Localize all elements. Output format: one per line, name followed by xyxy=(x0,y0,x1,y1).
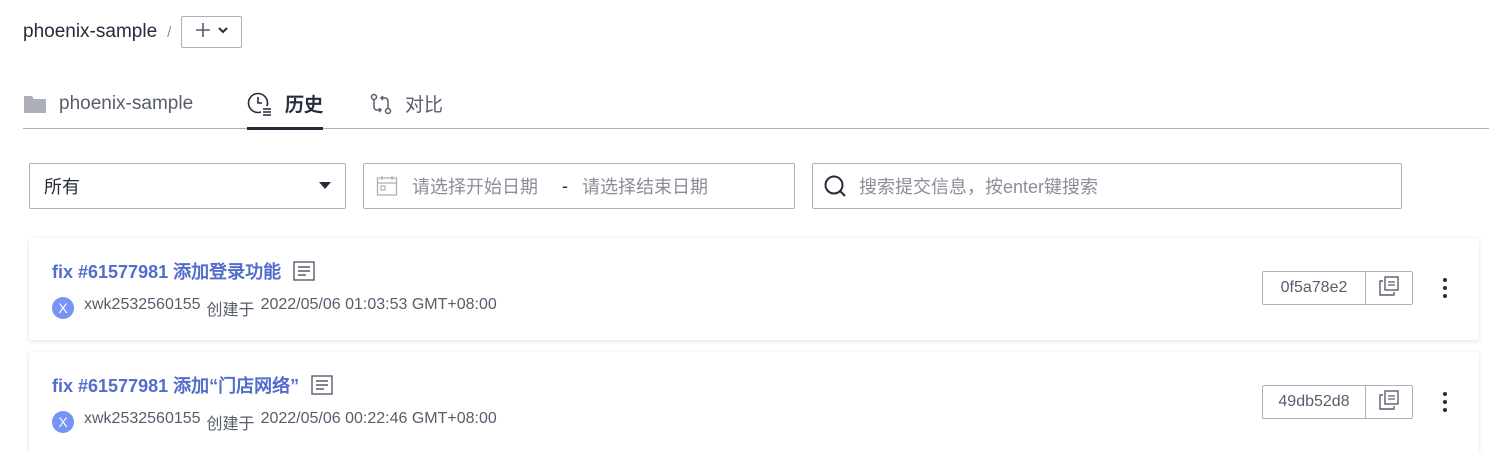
more-dot xyxy=(1443,408,1447,412)
tab-label: 对比 xyxy=(405,95,444,116)
commit-message-icon[interactable] xyxy=(293,261,315,281)
branch-filter-value: 所有 xyxy=(44,177,80,197)
caret-down-icon xyxy=(319,182,331,190)
more-dot xyxy=(1443,400,1447,404)
commit-title-link[interactable]: fix #61577981 添加登录功能 xyxy=(52,258,315,284)
breadcrumb-separator: / xyxy=(167,23,172,41)
tab-label: 历史 xyxy=(285,95,324,116)
commit-sha-group: 0f5a78e2 xyxy=(1262,271,1413,305)
commit-title-text: fix #61577981 添加登录功能 xyxy=(52,262,282,282)
commit-message-icon[interactable] xyxy=(311,375,333,395)
more-dot xyxy=(1443,294,1447,298)
more-dot xyxy=(1443,278,1447,282)
commit-title-link[interactable]: fix #61577981 添加“门店网络” xyxy=(52,372,333,398)
history-clock-icon xyxy=(247,91,273,117)
commit-author: xwk2532560155 xyxy=(84,296,201,313)
commit-sha[interactable]: 49db52d8 xyxy=(1263,386,1366,418)
tab-compare[interactable]: 对比 xyxy=(369,78,443,129)
commit-action: 创建于 xyxy=(206,302,255,319)
compare-icon xyxy=(369,92,393,116)
tab-history[interactable]: 历史 xyxy=(247,78,324,130)
more-dot xyxy=(1443,392,1447,396)
folder-icon xyxy=(23,94,47,114)
commit-author: xwk2532560155 xyxy=(84,410,201,427)
more-dot xyxy=(1443,286,1447,290)
commit-card: fix #61577981 添加“门店网络” X xwk2532560155 创… xyxy=(29,352,1479,451)
commit-search-input[interactable]: 搜索提交信息，按enter键搜索 xyxy=(812,163,1402,209)
search-placeholder: 搜索提交信息，按enter键搜索 xyxy=(859,177,1099,197)
tab-code[interactable]: phoenix-sample xyxy=(23,78,193,129)
copy-icon xyxy=(1378,389,1400,416)
commit-meta: X xwk2532560155 创建于 2022/05/06 01:03:53 … xyxy=(52,296,497,320)
copy-sha-button[interactable] xyxy=(1366,386,1412,418)
copy-icon xyxy=(1378,275,1400,302)
chevron-down-icon xyxy=(217,23,229,41)
commit-meta: X xwk2532560155 创建于 2022/05/06 00:22:46 … xyxy=(52,410,497,434)
breadcrumb-repo[interactable]: phoenix-sample xyxy=(23,21,157,43)
date-separator: - xyxy=(562,175,568,196)
commit-time: 2022/05/06 00:22:46 GMT+08:00 xyxy=(260,410,497,427)
date-range-picker[interactable]: 请选择开始日期 - 请选择结束日期 xyxy=(363,163,795,209)
search-icon xyxy=(823,174,847,198)
commit-title-text: fix #61577981 添加“门店网络” xyxy=(52,376,300,396)
branch-filter-select[interactable]: 所有 xyxy=(29,163,346,209)
avatar: X xyxy=(52,297,74,319)
commit-sha-group: 49db52d8 xyxy=(1262,385,1413,419)
commit-card: fix #61577981 添加登录功能 X xwk2532560155 创建于… xyxy=(29,238,1479,340)
end-date-input[interactable]: 请选择结束日期 xyxy=(582,173,708,199)
commit-action: 创建于 xyxy=(206,416,255,433)
add-dropdown-button[interactable] xyxy=(181,16,243,48)
repo-tabs: phoenix-sample 历史 对比 xyxy=(23,78,1489,130)
copy-sha-button[interactable] xyxy=(1366,272,1412,304)
more-actions-button[interactable] xyxy=(1437,276,1453,300)
commit-sha[interactable]: 0f5a78e2 xyxy=(1263,272,1366,304)
more-actions-button[interactable] xyxy=(1437,390,1453,414)
start-date-input[interactable]: 请选择开始日期 xyxy=(412,173,538,199)
plus-icon xyxy=(195,22,211,43)
breadcrumb: phoenix-sample / xyxy=(23,16,243,48)
commit-time: 2022/05/06 01:03:53 GMT+08:00 xyxy=(260,296,497,313)
tab-label: phoenix-sample xyxy=(59,92,194,114)
avatar: X xyxy=(52,411,74,433)
calendar-icon xyxy=(376,175,398,197)
